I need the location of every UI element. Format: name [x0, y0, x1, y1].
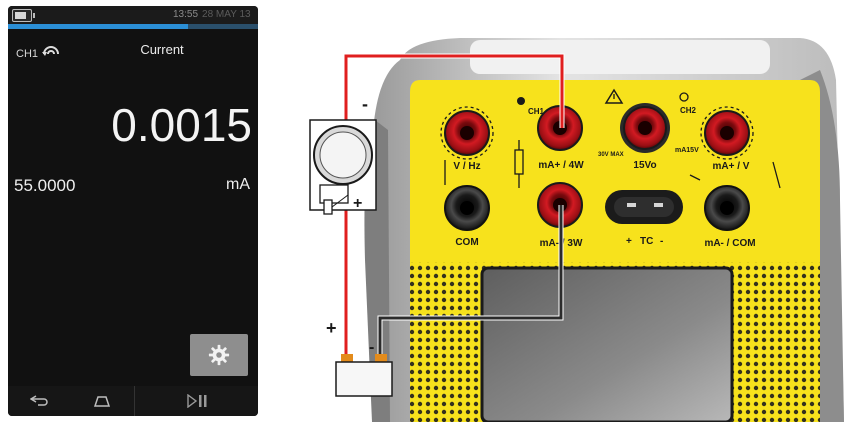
- terminal-v-hz[interactable]: [444, 110, 490, 156]
- label-ma-com: mA- / COM: [704, 238, 755, 249]
- progress-fill: [8, 24, 188, 29]
- status-bar: 13:55 28 MAY 13: [8, 6, 258, 24]
- status-time: 13:55: [173, 9, 199, 20]
- mode-title[interactable]: Current: [8, 42, 258, 57]
- navigation-bar: [8, 386, 258, 416]
- label-ma15v: mA15V: [675, 147, 699, 154]
- terminal-15vo[interactable]: [620, 103, 670, 153]
- play-pause-button[interactable]: [135, 386, 258, 416]
- label-v-hz: V / Hz: [453, 161, 480, 172]
- label-ch1: CH1: [528, 107, 545, 116]
- calibrator-screen: 13:55 28 MAY 13 CH1 Current 0.0015 55.000…: [8, 6, 258, 416]
- label-tc: TC: [640, 236, 653, 247]
- battery-icon: [12, 9, 35, 22]
- play-pause-icon: [186, 394, 206, 408]
- clock: 13:55 28 MAY 13: [173, 9, 251, 20]
- label-ch2: CH2: [680, 106, 697, 115]
- dc-power-supply: [335, 354, 393, 397]
- status-date: 28 MAY 13: [202, 9, 251, 20]
- gear-icon: [208, 344, 230, 366]
- gauge-minus-mark: -: [362, 94, 368, 114]
- terminal-ma-com[interactable]: [704, 185, 750, 231]
- battery-level: [15, 12, 26, 19]
- thermocouple-socket[interactable]: [605, 190, 683, 224]
- label-15vo: 15Vo: [633, 160, 656, 171]
- settings-button[interactable]: [190, 334, 248, 376]
- setpoint-value[interactable]: 55.0000: [14, 176, 75, 196]
- terminal-ma-v[interactable]: [704, 110, 750, 156]
- label-com: COM: [455, 237, 478, 248]
- ch1-indicator: [517, 97, 525, 105]
- wiring-diagram: CH1 CH2 V / Hz mA+ / 4W 30V MAX 15Vo mA1…: [262, 0, 844, 424]
- label-ma-v: mA+ / V: [713, 161, 750, 172]
- label-30v-max: 30V MAX: [598, 152, 624, 158]
- gauge-plus-mark: +: [353, 195, 362, 212]
- label-tc-minus: -: [660, 236, 663, 247]
- progress-bar: [8, 24, 258, 29]
- main-reading: 0.0015: [111, 99, 252, 151]
- supply-minus-mark: -: [369, 339, 374, 356]
- supply-plus-mark: +: [326, 318, 337, 338]
- terminal-com[interactable]: [444, 185, 490, 231]
- unit-label: mA: [226, 176, 250, 193]
- label-tc-plus: +: [626, 236, 632, 247]
- wiring-diagram-svg: CH1 CH2 V / Hz mA+ / 4W 30V MAX 15Vo mA1…: [309, 38, 844, 424]
- label-ma-4w: mA+ / 4W: [538, 160, 584, 171]
- back-button[interactable]: [8, 386, 70, 416]
- back-arrow-icon: [30, 395, 48, 406]
- home-button[interactable]: [70, 386, 134, 416]
- pressure-gauge: [309, 119, 377, 215]
- home-icon: [93, 396, 111, 407]
